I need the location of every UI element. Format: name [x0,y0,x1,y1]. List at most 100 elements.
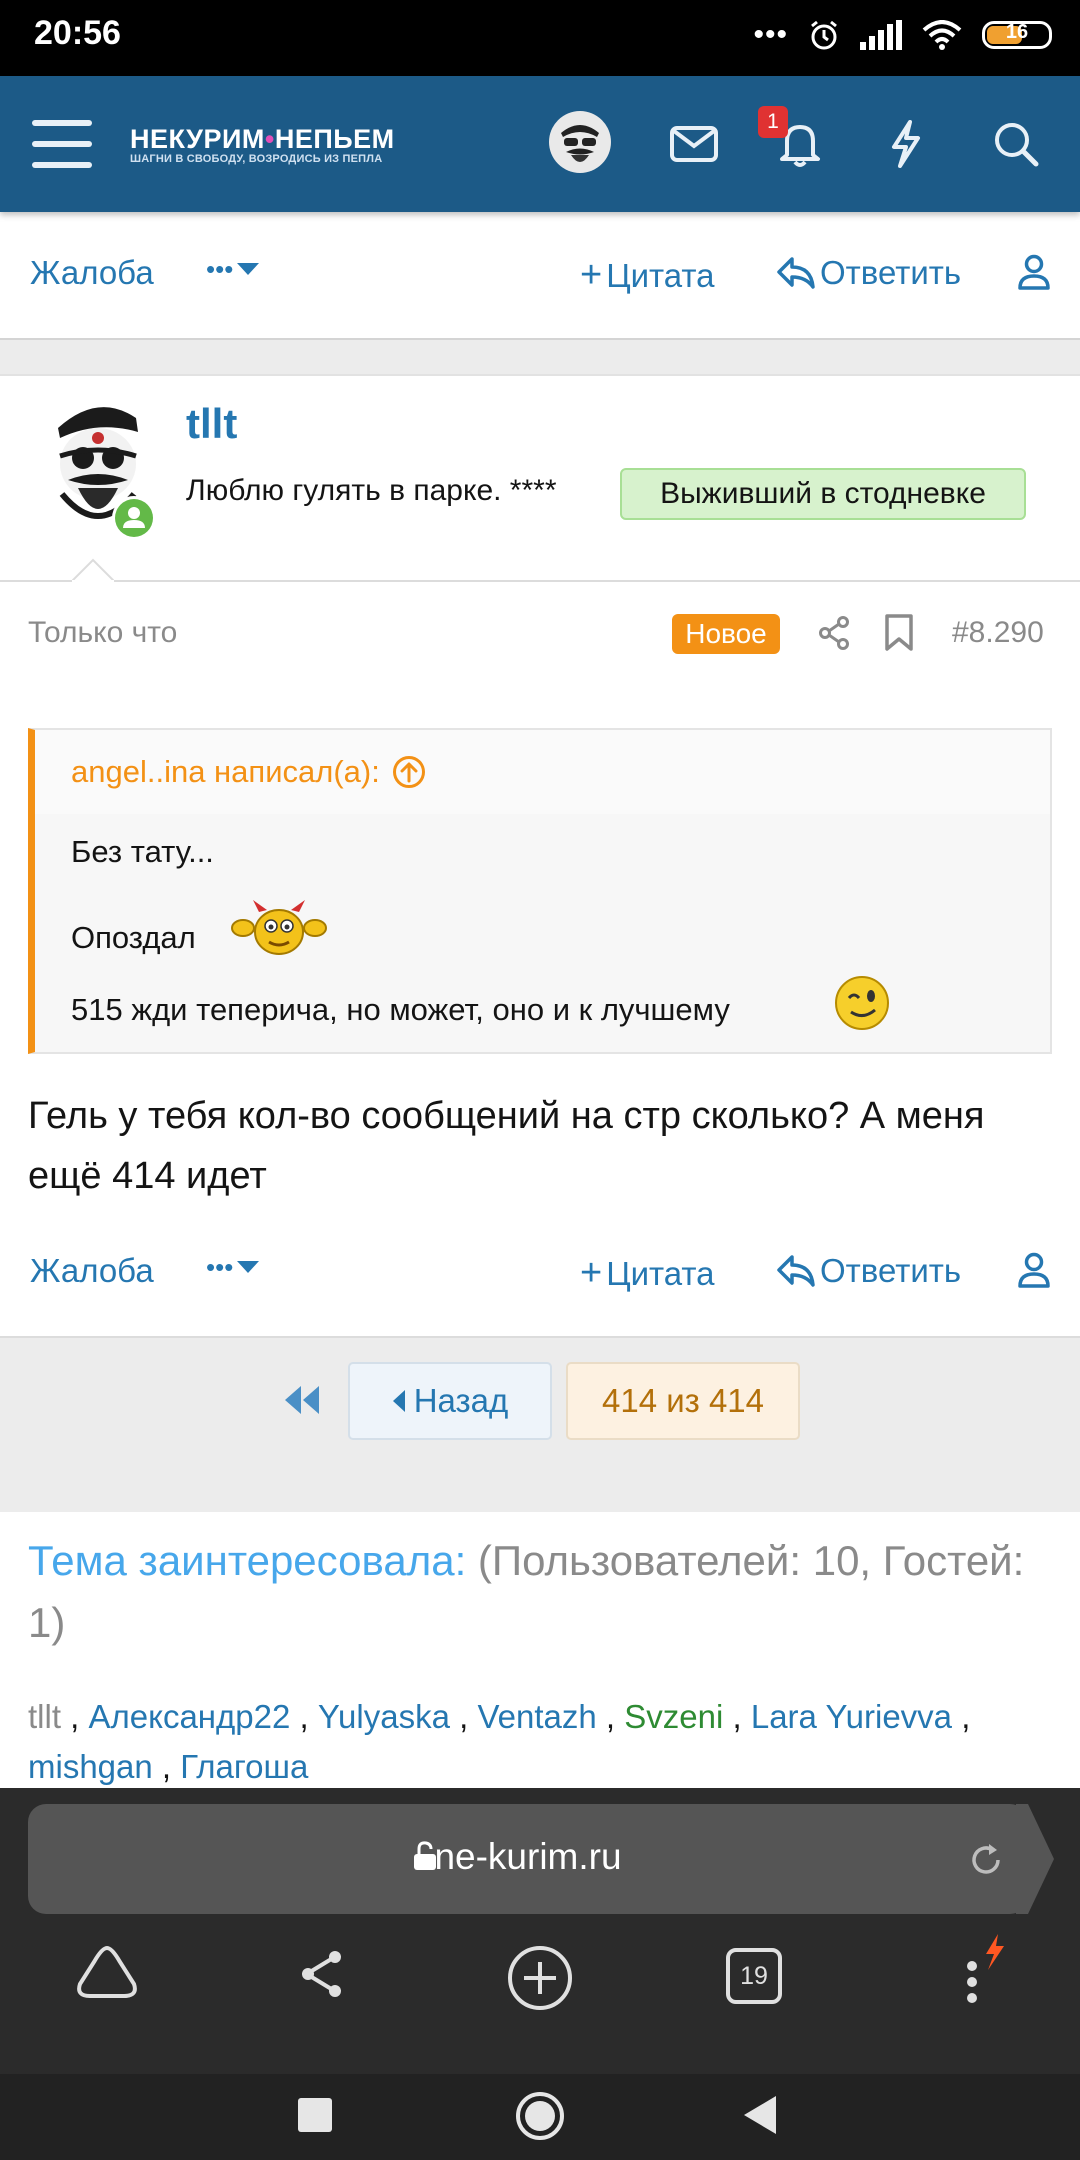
report-link[interactable]: Жалоба [30,254,154,292]
quote-line-1: Без тату... [71,834,214,869]
menu-button[interactable] [30,112,94,176]
header-divider [0,580,1080,582]
hamburger-icon [32,120,92,168]
tabs-button[interactable]: 19 [726,1948,782,2004]
reply-icon [777,257,815,289]
dots-icon: ••• [753,18,788,51]
user-link[interactable]: Глагоша [180,1748,308,1785]
reply-button[interactable]: Ответить [776,1252,961,1290]
wink-smiley-icon [835,976,889,1030]
alarm-icon [811,20,837,50]
user-icon [1018,1252,1050,1288]
interested-users: tllt , Александр22 , Yulyaska , Ventazh … [28,1698,971,1785]
back-label: Назад [413,1382,509,1419]
reply-icon [777,1255,815,1287]
user-link[interactable]: Александр22 [89,1698,291,1735]
quote-button[interactable]: + Цитата [580,1252,715,1295]
browser-menu-button[interactable] [958,1932,1018,2017]
search-button[interactable] [984,112,1048,176]
post-number[interactable]: #8.290 [952,616,1044,650]
user-link[interactable]: Lara Yurievva [751,1698,952,1735]
user-banner: Выживший в стодневке [620,468,1026,520]
quote-button[interactable]: + Цитата [580,254,715,297]
current-page[interactable]: 414 из 414 [566,1362,800,1440]
quote-line-3: 515 жди теперича, но может, оно и к лучш… [71,992,730,1027]
arrow-up-circle-icon[interactable] [392,755,426,789]
user-icon [1018,254,1050,290]
status-icons: ••• 16 [753,18,1052,52]
envelope-icon [670,126,718,162]
online-user-icon [115,499,153,537]
post-message: Гель у тебя кол-во сообщений на стр скол… [28,1095,985,1197]
caret-down-icon [237,262,260,275]
plus-icon: + [580,1252,603,1294]
bookmark-icon[interactable] [884,614,914,652]
battery-icon: 16 [982,21,1052,49]
share-nodes-icon [302,1951,341,1997]
system-nav-bar [0,2074,1080,2160]
devil-smiley-icon [231,900,327,955]
home-button[interactable] [76,1944,138,2005]
battery-level: 16 [1005,21,1029,43]
user-link[interactable]: Ventazh [477,1698,596,1735]
interested-heading: Тема заинтересовала: (Пользователей: 10,… [28,1530,1058,1654]
post-time[interactable]: Только что [28,616,177,650]
site-header: НЕКУРИМ•НЕПЬЕМ ШАГНИ В СВОБОДУ, ВОЗРОДИС… [0,76,1080,212]
first-page-icon[interactable] [282,1384,322,1416]
quote-author-label: angel..ina написал(а): [71,754,380,789]
quote-author[interactable]: angel..ina написал(а): [71,754,426,790]
lightning-icon [892,120,920,168]
wifi-icon [922,20,962,50]
url-arrow-shape [1016,1804,1054,1914]
whats-new-button[interactable] [874,112,938,176]
more-menu-button[interactable]: ••• [206,254,260,285]
share-icon[interactable] [818,616,850,650]
share-page-button[interactable] [298,1948,346,2005]
site-logo[interactable]: НЕКУРИМ•НЕПЬЕМ ШАГНИ В СВОБОДУ, ВОЗРОДИС… [130,124,410,168]
avatar-button[interactable] [548,110,612,174]
back-triangle-icon [744,2096,776,2134]
post-username[interactable]: tllt [186,400,237,448]
more-label: ••• [206,1252,234,1282]
pagination: Назад 414 из 414 [0,1336,1080,1512]
logo-subtitle: ШАГНИ В СВОБОДУ, ВОЗРОДИСЬ ИЗ ПЕПЛА [130,153,383,165]
post-actions-top: Жалоба ••• + Цитата Ответить [0,226,1080,326]
report-label: Жалоба [30,1252,154,1289]
status-bar: 20:56 ••• 16 [0,0,1080,76]
user-action-button[interactable] [1018,1252,1050,1288]
home-nav-button[interactable] [514,2090,566,2147]
report-link[interactable]: Жалоба [30,1252,154,1290]
quote-label: Цитата [606,1254,715,1292]
logo-title: НЕКУРИМ•НЕПЬЕМ [130,124,395,154]
plus-icon: + [580,254,603,296]
status-time: 20:56 [34,14,121,52]
recents-button[interactable] [298,2098,332,2132]
back-button[interactable]: Назад [348,1362,552,1440]
address-bar[interactable]: ne-kurim.ru [28,1804,1028,1914]
new-tab-button[interactable] [506,1944,574,2017]
caret-down-icon [237,1260,260,1273]
more-label: ••• [206,254,234,284]
caret-left-icon [392,1390,405,1412]
notification-badge: 1 [758,106,788,138]
more-vert-icon [967,1934,1004,2003]
online-status [112,496,156,540]
reply-button[interactable]: Ответить [776,254,961,292]
messages-button[interactable] [662,112,726,176]
post-separator [0,338,1080,376]
quote-block: angel..ina написал(а): Без тату... Опозд… [28,728,1052,1054]
user-link[interactable]: Svzeni [624,1698,723,1735]
interested-title: Тема заинтересовала: [28,1537,467,1584]
user-link[interactable]: mishgan [28,1748,153,1785]
more-menu-button[interactable]: ••• [206,1252,260,1283]
signal-icon [860,20,902,50]
quote-line-2: Опоздал [71,920,196,955]
url-text: ne-kurim.ru [434,1836,622,1877]
user-action-button[interactable] [1018,254,1050,290]
user-link[interactable]: Yulyaska [318,1698,450,1735]
browser-toolbar: ne-kurim.ru 19 [0,1788,1080,2074]
user-link[interactable]: tllt [28,1698,61,1735]
reply-label: Ответить [820,254,962,291]
back-nav-button[interactable] [742,2094,778,2141]
reload-icon[interactable] [968,1842,1004,1878]
